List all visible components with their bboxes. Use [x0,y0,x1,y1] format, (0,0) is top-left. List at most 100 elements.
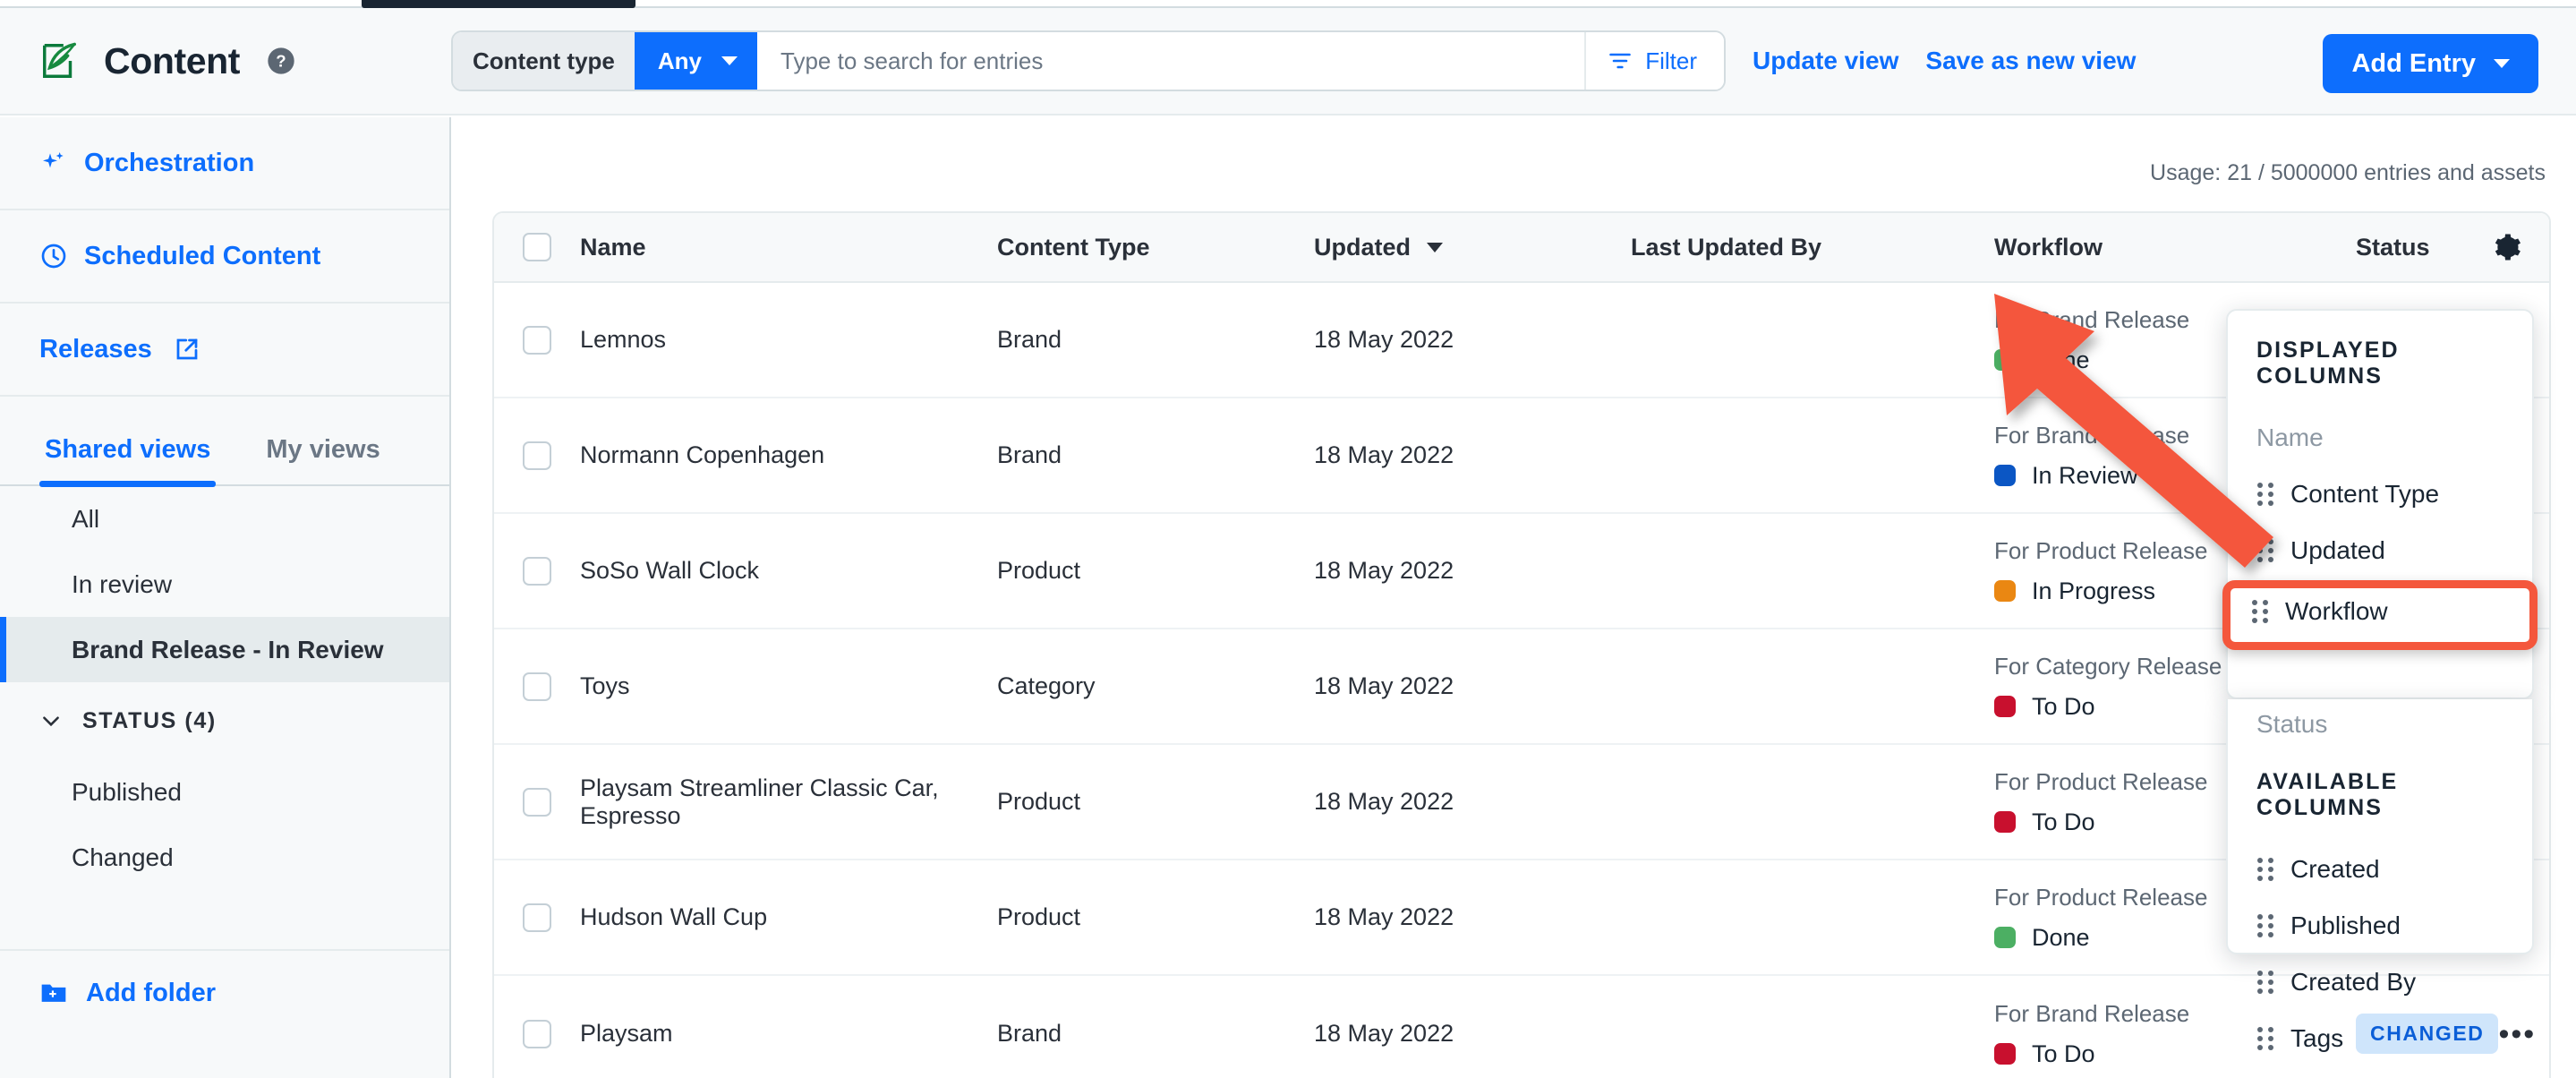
workflow-state-label: To Do [2032,808,2095,835]
sidebar-item-releases[interactable]: Releases [0,304,449,397]
workflow-status-dot [1994,811,2016,833]
cell-name[interactable]: Playsam Streamliner Classic Car, Espress… [580,774,997,830]
workflow-status-dot [1994,927,2016,948]
cell-name[interactable]: SoSo Wall Clock [580,557,997,585]
clock-icon [39,242,68,270]
search-input[interactable] [757,32,1585,90]
menu-item-status: Status [2228,699,2532,749]
sidebar-view-changed[interactable]: Changed [0,825,449,890]
chevron-down-icon [721,56,738,65]
filter-button[interactable]: Filter [1584,32,1724,90]
sparkles-icon [39,149,68,177]
sidebar-item-scheduled-content[interactable]: Scheduled Content [0,210,449,304]
help-circle-icon[interactable]: ? [263,47,295,75]
cell-name[interactable]: Toys [580,672,997,700]
app-root: Content ? Content type Any Type to searc… [0,0,2576,1078]
menu-item-workflow[interactable]: Workflow [2251,597,2388,626]
row-checkbox[interactable] [523,787,551,817]
cell-content-type: Product [997,903,1081,930]
row-checkbox[interactable] [523,903,551,932]
tab-shared-views[interactable]: Shared views [39,435,217,487]
drag-handle-icon[interactable] [2256,857,2274,882]
view-label: Brand Release - In Review [72,635,384,663]
red-pointer-arrow [1994,294,2273,568]
cell-name[interactable]: Lemnos [580,326,997,354]
sidebar: Orchestration Scheduled Content Releases [0,117,451,1078]
cell-updated: 18 May 2022 [1314,557,1454,584]
add-entry-button[interactable]: Add Entry [2323,34,2538,93]
column-header-workflow[interactable]: Workflow [1994,234,2356,261]
cell-name[interactable]: Normann Copenhagen [580,441,997,469]
drag-handle-icon[interactable] [2256,970,2274,995]
menu-item-label: Status [2256,710,2328,738]
column-header-updated[interactable]: Updated [1314,234,1631,261]
row-checkbox[interactable] [523,441,551,470]
workflow-state-label: To Do [2032,692,2095,720]
available-columns-menu: Status AVAILABLE COLUMNS Created Publish… [2226,699,2534,1052]
workflow-state-label: To Do [2032,1040,2095,1067]
sort-descending-icon [1427,242,1443,252]
drag-handle-icon[interactable] [2256,913,2274,938]
cell-updated: 18 May 2022 [1314,788,1454,815]
contentful-leaf-icon [39,40,81,81]
cell-content-type: Category [997,672,1096,699]
row-checkbox[interactable] [523,556,551,586]
workflow-status-dot [1994,580,2016,602]
group-label: STATUS (4) [82,707,217,733]
workflow-status-dot [1994,1043,2016,1065]
row-checkbox[interactable] [523,672,551,701]
row-select-cell [494,787,580,817]
row-checkbox[interactable] [523,325,551,355]
sidebar-group-status[interactable]: STATUS (4) [0,682,449,759]
drag-handle-icon[interactable] [2256,1026,2274,1051]
gear-icon[interactable] [2492,232,2522,262]
menu-item-published[interactable]: Published [2228,897,2532,954]
update-view-button[interactable]: Update view [1753,47,1898,75]
search-toolbar: Content type Any Filter [451,30,1726,91]
column-header-status-label: Status [2356,233,2430,261]
column-header-content-type[interactable]: Content Type [997,234,1314,261]
menu-item-label: Published [2290,911,2401,939]
page-title: Content [104,39,241,81]
table-header-row: Name Content Type Updated Last Updated B… [494,213,2549,283]
sidebar-item-label: Releases [39,334,152,364]
menu-item-tags[interactable]: Tags [2228,1010,2532,1066]
save-as-new-view-button[interactable]: Save as new view [1925,47,2136,75]
row-select-cell [494,441,580,470]
external-link-icon [168,336,200,363]
sidebar-item-orchestration[interactable]: Orchestration [0,117,449,210]
select-all-checkbox[interactable] [523,233,551,261]
tab-my-views[interactable]: My views [260,435,385,484]
drag-handle-icon[interactable] [2251,599,2269,624]
row-select-cell [494,1019,580,1048]
row-select-cell [494,903,580,932]
menu-item-label: Created By [2290,967,2417,996]
active-space-tab-indicator[interactable] [362,0,635,8]
cell-name[interactable]: Playsam [580,1020,997,1048]
menu-item-created-by[interactable]: Created By [2228,954,2532,1010]
view-label: Changed [72,843,174,871]
cell-name[interactable]: Hudson Wall Cup [580,903,997,931]
view-label: Published [72,777,182,806]
sidebar-view-all[interactable]: All [0,486,449,552]
sidebar-view-published[interactable]: Published [0,759,449,825]
workflow-state-label: In Progress [2032,577,2156,604]
menu-item-created[interactable]: Created [2228,841,2532,897]
sidebar-view-brand-release-in-review[interactable]: Brand Release - In Review [0,617,449,682]
cell-content-type: Brand [997,1020,1062,1047]
sidebar-item-label: Scheduled Content [84,241,321,270]
column-header-name[interactable]: Name [580,234,997,261]
row-select-cell [494,556,580,586]
cell-content-type: Brand [997,326,1062,353]
content-type-select[interactable]: Any [634,32,758,90]
row-checkbox[interactable] [523,1019,551,1048]
svg-text:?: ? [276,52,286,71]
cell-updated: 18 May 2022 [1314,1020,1454,1047]
add-folder-button[interactable]: Add folder [0,949,449,1035]
menu-item-label: Created [2290,854,2380,883]
workflow-state-label: Done [2032,923,2090,951]
sidebar-view-in-review[interactable]: In review [0,552,449,617]
cell-content-type: Product [997,557,1081,584]
row-select-cell [494,672,580,701]
column-header-last-updated-by[interactable]: Last Updated By [1631,234,1994,261]
